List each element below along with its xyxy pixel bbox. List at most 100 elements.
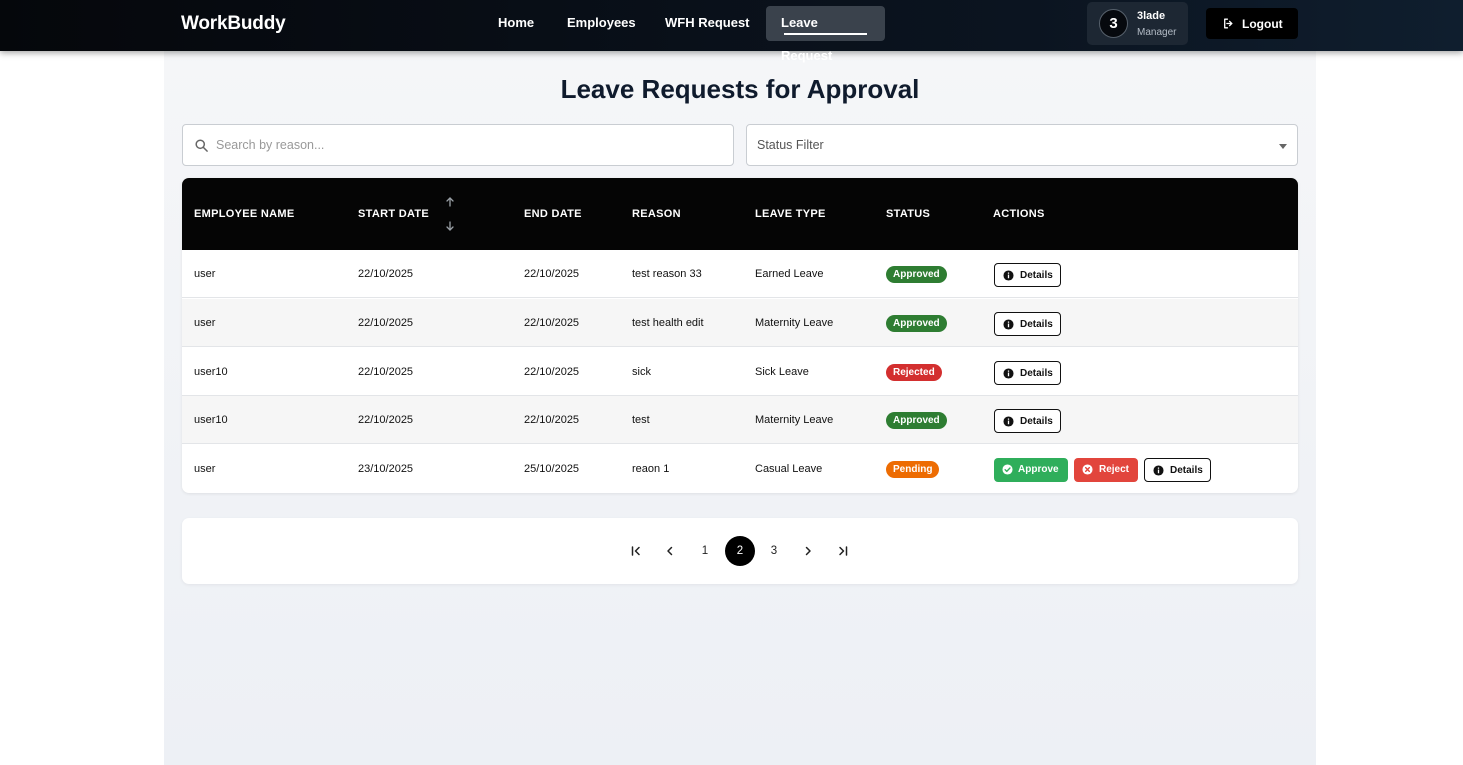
user-profile-chip[interactable]: 3 3lade Manager [1087, 2, 1188, 45]
chevron-left-icon [667, 546, 673, 556]
info-icon [1003, 368, 1014, 379]
table-row: user10 22/10/2025 22/10/2025 sick Sick L… [182, 348, 1298, 396]
approve-button[interactable]: Approve [994, 458, 1068, 482]
last-page-icon [839, 546, 848, 556]
cell-end-date: 22/10/2025 [524, 414, 580, 426]
logout-icon [1224, 18, 1233, 29]
last-page-button[interactable] [828, 536, 858, 566]
table-row: user 22/10/2025 22/10/2025 test health e… [182, 299, 1298, 347]
status-badge: Approved [886, 412, 947, 429]
details-label: Details [1020, 416, 1053, 427]
header-leave-type: LEAVE TYPE [755, 208, 826, 220]
page-button-1[interactable]: 1 [690, 536, 720, 566]
cell-end-date: 25/10/2025 [524, 463, 580, 475]
cell-start-date: 22/10/2025 [358, 414, 414, 426]
status-badge: Rejected [886, 364, 942, 381]
info-icon [1153, 465, 1164, 476]
table-row: user10 22/10/2025 22/10/2025 test Matern… [182, 396, 1298, 444]
cell-leave-type: Sick Leave [755, 366, 809, 378]
approve-label: Approve [1018, 464, 1059, 475]
status-filter-select[interactable]: Status Filter [746, 124, 1298, 166]
x-circle-icon [1082, 464, 1093, 475]
details-button[interactable]: Details [1144, 458, 1211, 482]
nav-leave-request[interactable]: Leave Request [766, 6, 885, 63]
cell-reason: test reason 33 [632, 268, 702, 280]
pagination-bar: 1 2 3 [182, 518, 1298, 584]
header-status: STATUS [886, 208, 931, 220]
header-actions: ACTIONS [993, 208, 1045, 220]
cell-leave-type: Earned Leave [755, 268, 824, 280]
table-header: EMPLOYEE NAME START DATE END DATE REASON… [182, 178, 1298, 250]
cell-reason: test [632, 414, 650, 426]
cell-start-date: 22/10/2025 [358, 317, 414, 329]
info-icon [1003, 319, 1014, 330]
chevron-down-icon [1279, 144, 1287, 149]
header-start-date[interactable]: START DATE [358, 208, 429, 220]
cell-employee: user10 [194, 366, 228, 378]
page-title: Leave Requests for Approval [560, 74, 920, 104]
cell-end-date: 22/10/2025 [524, 317, 580, 329]
cell-employee: user [194, 317, 216, 329]
details-label: Details [1020, 270, 1053, 281]
status-badge: Approved [886, 315, 947, 332]
search-input[interactable] [216, 126, 716, 164]
cell-leave-type: Maternity Leave [755, 414, 834, 426]
header-end-date: END DATE [524, 208, 582, 220]
brand-logo[interactable]: WorkBuddy [181, 13, 286, 35]
check-circle-icon [1002, 464, 1013, 475]
details-button[interactable]: Details [994, 409, 1061, 433]
nav-home[interactable]: Home [483, 6, 549, 41]
reject-label: Reject [1099, 464, 1130, 475]
details-label: Details [1020, 319, 1053, 330]
details-label: Details [1020, 368, 1053, 379]
avatar: 3 [1099, 9, 1128, 38]
info-icon [1003, 416, 1014, 427]
status-badge: Approved [886, 266, 947, 283]
cell-reason: test health edit [632, 317, 704, 329]
search-box [182, 124, 734, 166]
details-button[interactable]: Details [994, 263, 1061, 287]
user-role: Manager [1137, 27, 1177, 38]
header-employee-name: EMPLOYEE NAME [194, 208, 295, 220]
details-label: Details [1170, 465, 1203, 476]
first-page-icon [631, 546, 640, 556]
top-navbar: WorkBuddy Home Employees WFH Request Lea… [0, 0, 1463, 63]
page-button-2[interactable]: 2 [725, 536, 755, 566]
info-icon [1003, 270, 1014, 281]
cell-end-date: 22/10/2025 [524, 268, 580, 280]
leave-requests-table: EMPLOYEE NAME START DATE END DATE REASON… [182, 178, 1298, 493]
cell-reason: sick [632, 366, 651, 378]
cell-start-date: 22/10/2025 [358, 268, 414, 280]
reject-button[interactable]: Reject [1074, 458, 1138, 482]
page-button-3[interactable]: 3 [759, 536, 789, 566]
cell-start-date: 22/10/2025 [358, 366, 414, 378]
details-button[interactable]: Details [994, 312, 1061, 336]
first-page-button[interactable] [621, 536, 651, 566]
status-badge: Pending [886, 461, 940, 478]
cell-employee: user10 [194, 414, 228, 426]
cell-start-date: 23/10/2025 [358, 463, 414, 475]
nav-wfh-request[interactable]: WFH Request [650, 6, 765, 41]
table-row: user 23/10/2025 25/10/2025 reaon 1 Casua… [182, 445, 1298, 493]
cell-employee: user [194, 268, 216, 280]
details-button[interactable]: Details [994, 361, 1061, 385]
chevron-right-icon [805, 546, 811, 556]
search-icon [195, 139, 208, 152]
header-reason: REASON [632, 208, 681, 220]
logout-label: Logout [1242, 17, 1283, 31]
cell-reason: reaon 1 [632, 463, 670, 475]
active-tab-indicator [784, 33, 867, 35]
cell-leave-type: Maternity Leave [755, 317, 834, 329]
previous-page-button[interactable] [655, 536, 685, 566]
nav-employees[interactable]: Employees [552, 6, 651, 41]
logout-button[interactable]: Logout [1206, 8, 1298, 39]
cell-leave-type: Casual Leave [755, 463, 823, 475]
table-row: user 22/10/2025 22/10/2025 test reason 3… [182, 250, 1298, 298]
user-name: 3lade [1137, 10, 1166, 22]
next-page-button[interactable] [793, 536, 823, 566]
nav-leave-request-label: Leave Request [781, 15, 833, 63]
status-filter-label: Status Filter [757, 138, 824, 152]
cell-end-date: 22/10/2025 [524, 366, 580, 378]
cell-employee: user [194, 463, 216, 475]
sort-arrows-icon[interactable] [444, 196, 456, 232]
